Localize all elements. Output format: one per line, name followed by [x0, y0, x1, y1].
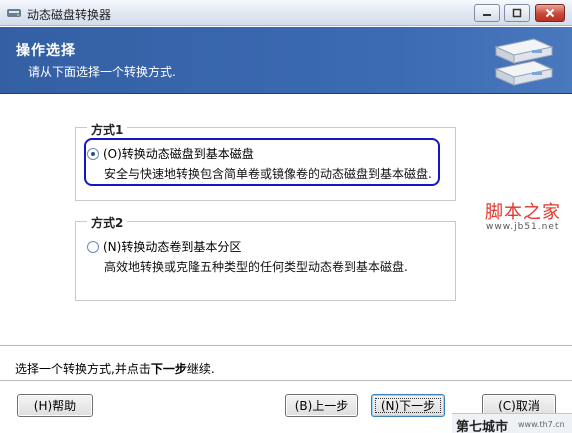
corner-watermark-text: 第七城市 — [456, 420, 509, 433]
footer-separator — [0, 345, 572, 346]
title-bar: 动态磁盘转换器 — [0, 0, 572, 26]
help-button[interactable]: (H)帮助 — [17, 394, 93, 417]
window-title: 动态磁盘转换器 — [27, 8, 112, 22]
method2-radio-option[interactable]: (N)转换动态卷到基本分区 — [87, 238, 241, 255]
method1-radio-option[interactable]: (O)转换动态磁盘到基本磁盘 — [87, 145, 254, 162]
instruction-prefix: 选择一个转换方式,并点击 — [15, 362, 151, 376]
method1-legend: 方式1 — [87, 121, 128, 138]
instruction-bold: 下一步 — [150, 362, 187, 376]
method1-description: 安全与快速地转换包含简单卷或镜像卷的动态磁盘到基本磁盘. — [104, 167, 432, 181]
watermark-url: www.jb51.net — [486, 222, 560, 232]
method2-radio[interactable] — [87, 240, 99, 253]
method2-legend: 方式2 — [87, 214, 128, 231]
header-band: 操作选择 请从下面选择一个转换方式. — [0, 27, 572, 94]
method1-radio[interactable] — [87, 147, 99, 160]
method1-label[interactable]: (O)转换动态磁盘到基本磁盘 — [103, 145, 254, 162]
corner-watermark-url: www.th7.cn — [518, 420, 565, 429]
close-button[interactable] — [535, 4, 565, 22]
instruction-text: 选择一个转换方式,并点击下一步继续. — [15, 360, 215, 377]
method2-label[interactable]: (N)转换动态卷到基本分区 — [103, 238, 241, 255]
minimize-button[interactable] — [474, 4, 500, 22]
back-button[interactable]: (B)上一步 — [285, 394, 358, 417]
maximize-button[interactable] — [504, 4, 530, 22]
page-subtitle: 请从下面选择一个转换方式. — [28, 65, 176, 79]
instruction-suffix: 继续. — [186, 362, 215, 376]
minimize-icon — [483, 14, 491, 16]
page-title: 操作选择 — [16, 43, 76, 59]
app-disk-icon — [7, 9, 21, 17]
maximize-icon — [512, 8, 522, 18]
method2-description: 高效地转换或克隆五种类型的任何类型动态卷到基本磁盘. — [104, 260, 408, 274]
close-icon — [545, 8, 555, 18]
button-separator — [0, 380, 572, 381]
corner-watermark: 第七城市 www.th7.cn — [452, 413, 572, 433]
disk-drives-icon — [494, 38, 554, 86]
watermark-text: 脚本之家 — [485, 202, 561, 223]
next-button[interactable]: (N)下一步 — [371, 394, 445, 417]
next-button-focus — [375, 398, 441, 413]
